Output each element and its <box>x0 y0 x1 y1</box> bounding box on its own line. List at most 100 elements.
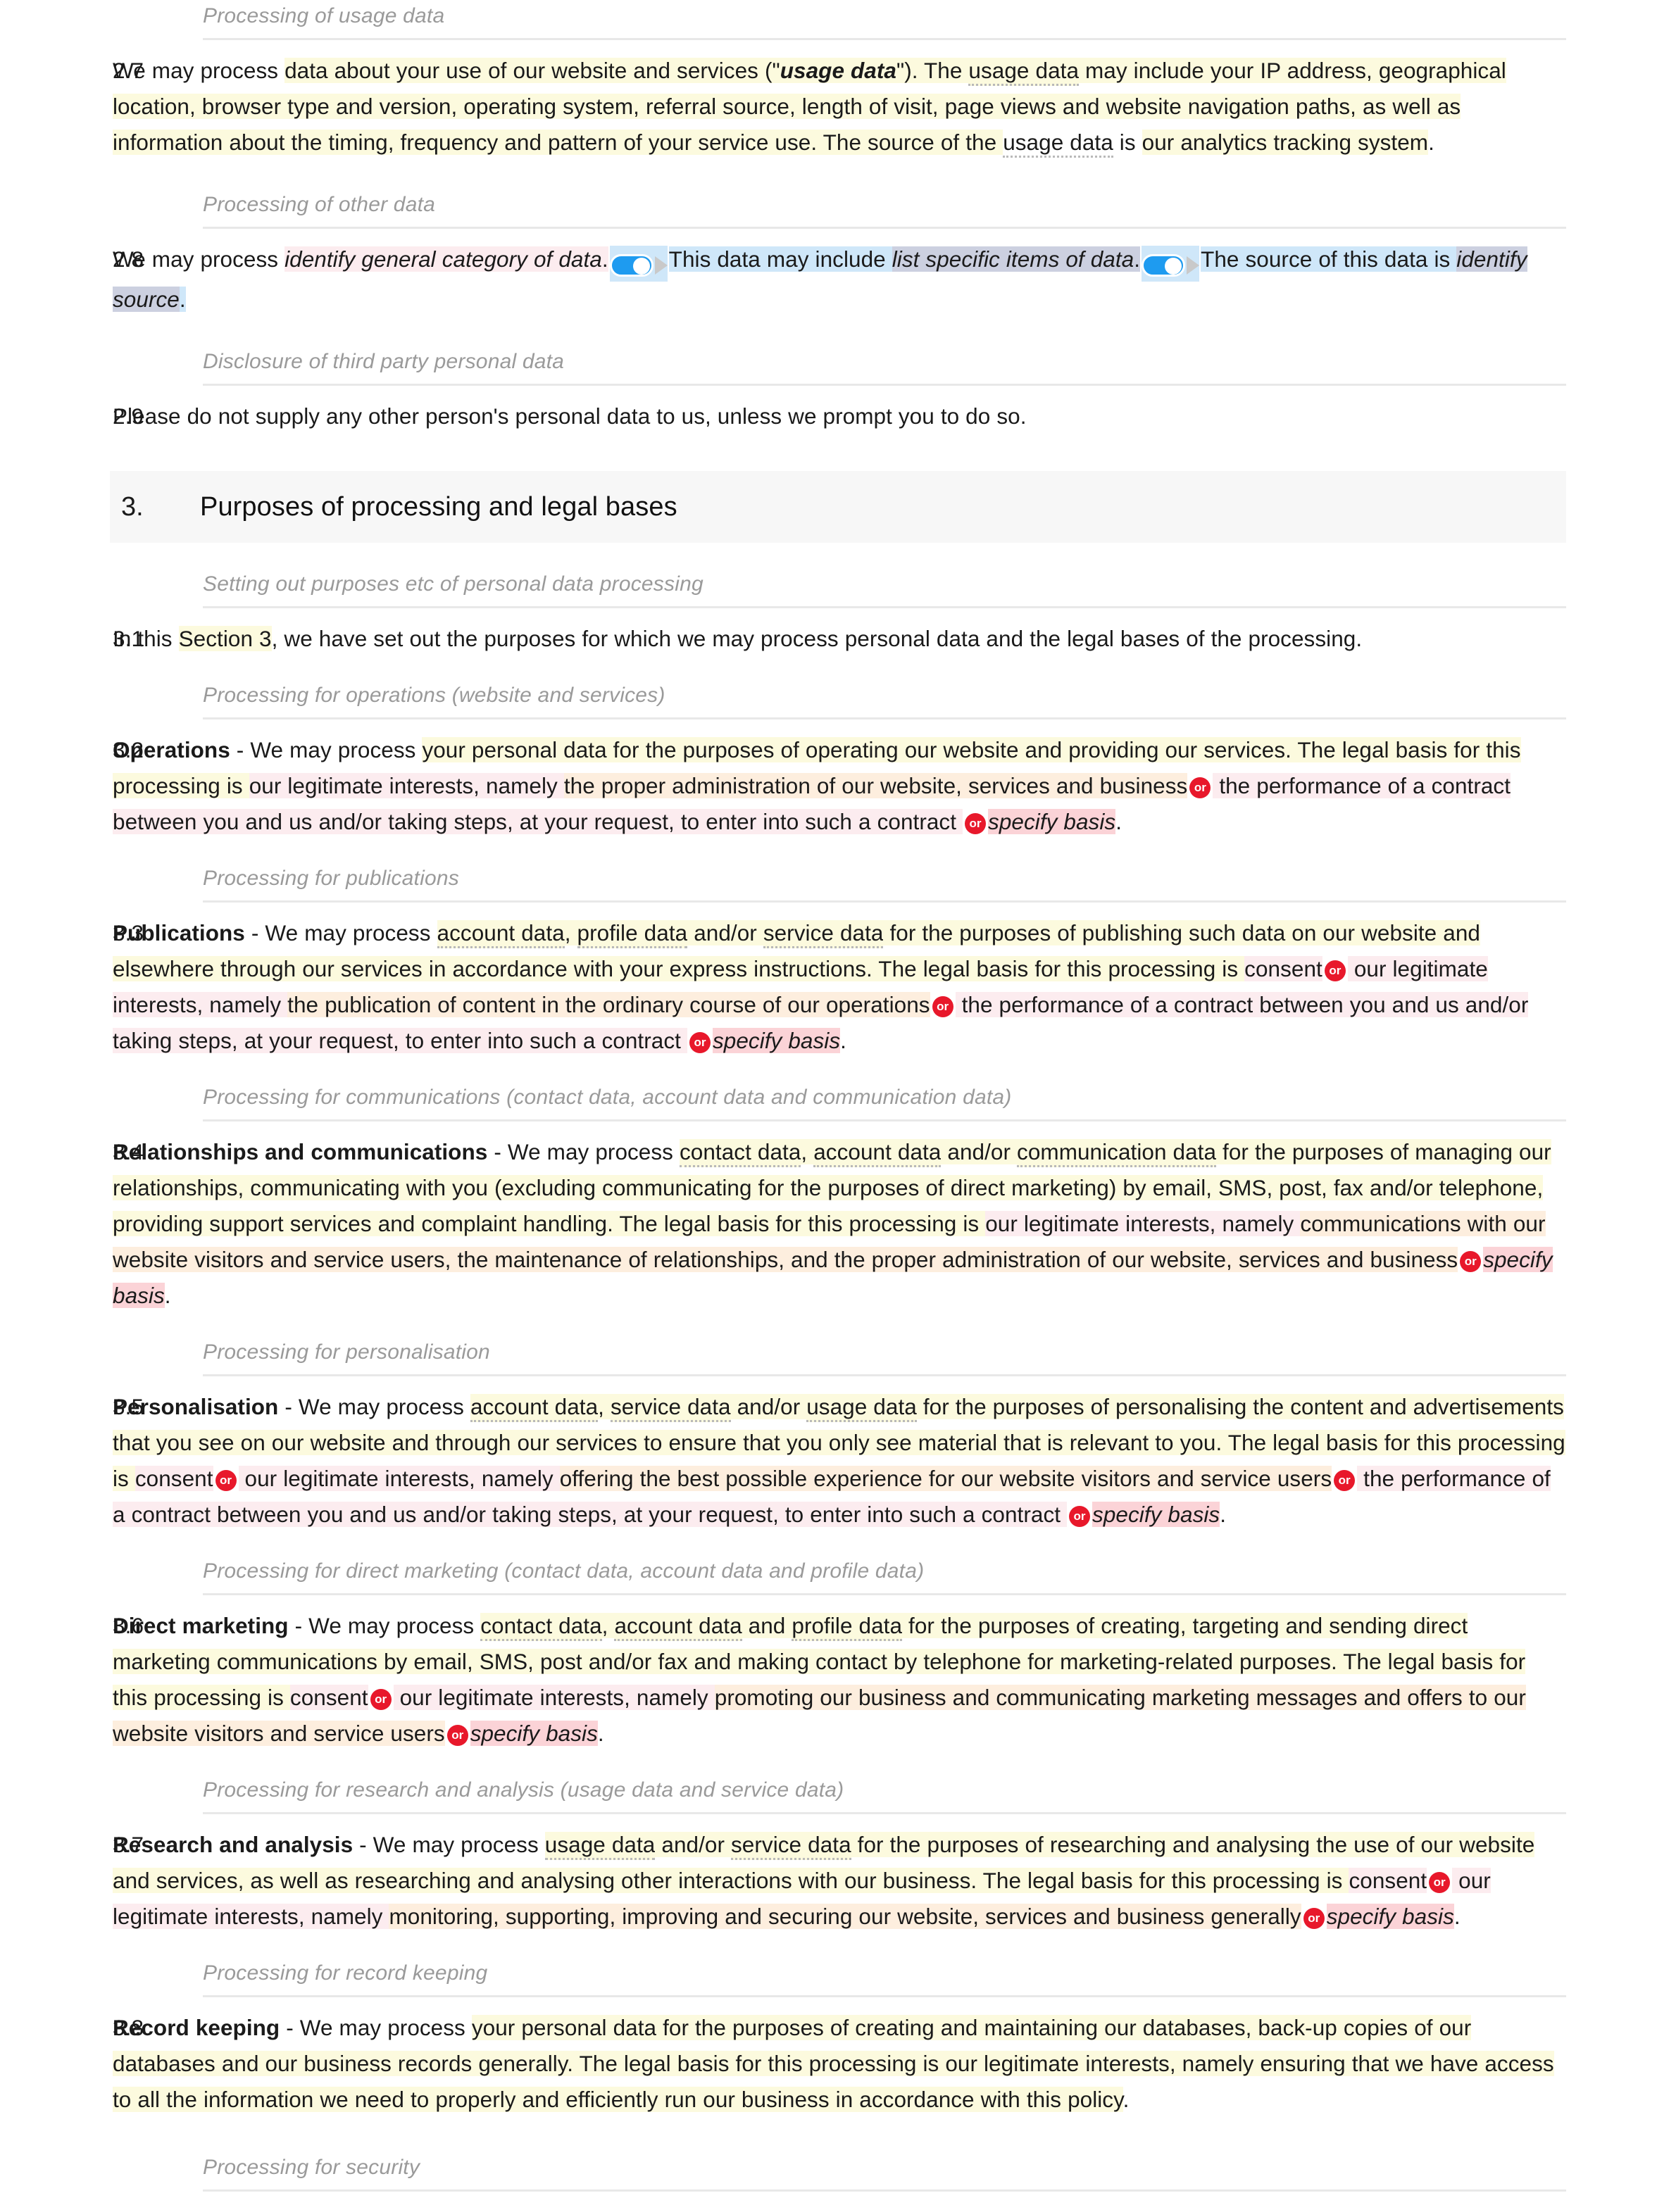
subheading-label: Processing of usage data <box>203 4 445 27</box>
clause-number: 2.9 <box>113 403 144 429</box>
t: We may process <box>113 58 285 83</box>
placeholder-text: specify basis <box>1326 1904 1454 1929</box>
clause-text: We may process identify general category… <box>113 241 1566 318</box>
toggle-track[interactable] <box>1142 253 1186 277</box>
t: our legitimate interests, namely <box>249 773 564 798</box>
subheading-label: Disclosure of third party personal data <box>203 350 565 373</box>
subheading-direct-marketing: Processing for direct marketing (contact… <box>0 1555 1676 1595</box>
defined-term: account data <box>470 1394 599 1422</box>
or-badge[interactable]: or <box>446 1725 468 1746</box>
subheading-rule <box>203 1593 1566 1595</box>
or-badge[interactable]: or <box>689 1032 711 1053</box>
or-badge[interactable]: or <box>932 996 953 1017</box>
or-badge[interactable]: or <box>1324 960 1346 981</box>
section-title: Purposes of processing and legal bases <box>200 492 677 522</box>
t: - We may process <box>244 920 437 945</box>
t: - We may process <box>487 1139 680 1164</box>
toggle-track[interactable] <box>609 253 653 277</box>
clause-lead-in: Operations <box>113 737 230 762</box>
toggle-knob <box>1165 257 1182 275</box>
subheading-security: Processing for security <box>0 2151 1676 2192</box>
t: offering the best possible experience fo… <box>559 1466 1332 1491</box>
placeholder-text: specify basis <box>712 1028 841 1053</box>
triangle-arrow-icon <box>1187 256 1200 275</box>
section-number: 3. <box>121 492 144 522</box>
clause-3-2: 3.2 Operations - We may process your per… <box>0 719 1676 844</box>
or-badge[interactable]: or <box>1334 1470 1356 1491</box>
subheading-third-party: Disclosure of third party personal data <box>0 346 1676 386</box>
placeholder-text: specify basis <box>1092 1502 1220 1527</box>
clause-number: 3.2 <box>113 737 144 762</box>
or-badge[interactable]: or <box>1069 1506 1091 1527</box>
t: . <box>1220 1502 1227 1527</box>
defined-term: service data <box>731 1832 851 1860</box>
t: and/or <box>655 1832 731 1857</box>
defined-term: profile data <box>577 920 688 948</box>
t: . <box>179 287 186 312</box>
subheading-label: Processing for record keeping <box>203 1961 488 1985</box>
clause-3-3: 3.3 Publications - We may process accoun… <box>0 903 1676 1063</box>
toggle-switch-1[interactable] <box>609 246 668 282</box>
document-page: Processing of usage data 2.7 We may proc… <box>0 0 1676 2212</box>
clause-text: Operations - We may process your persona… <box>113 732 1566 840</box>
t: our legitimate interests, namely <box>985 1211 1301 1236</box>
defined-term: communication data <box>1017 1139 1217 1167</box>
subheading-label: Setting out purposes etc of personal dat… <box>203 572 703 596</box>
or-badge[interactable]: or <box>1189 777 1211 798</box>
t: is <box>1113 130 1142 155</box>
defined-term: usage data <box>1003 130 1113 158</box>
clause-text: Please do not supply any other person's … <box>113 403 1027 429</box>
subheading-communications: Processing for communications (contact d… <box>0 1081 1676 1121</box>
or-badge[interactable]: or <box>1429 1872 1451 1893</box>
clause-3-5: 3.5 Personalisation - We may process acc… <box>0 1376 1676 1537</box>
clause-text: Relationships and communications - We ma… <box>113 1134 1566 1314</box>
subheading-usage-data: Processing of usage data <box>0 0 1676 40</box>
clause-text: Direct marketing - We may process contac… <box>113 1608 1566 1752</box>
clause-2-9: 2.9 Please do not supply any other perso… <box>0 386 1676 439</box>
defined-term: contact data <box>679 1139 801 1167</box>
clause-lead-in: Relationships and communications <box>113 1139 488 1164</box>
t: - We may process <box>278 1394 470 1419</box>
or-badge[interactable]: or <box>965 813 987 834</box>
t: . <box>164 1283 171 1308</box>
clause-2-8: 2.8 We may process identify general cate… <box>0 229 1676 322</box>
t: The source of this data is <box>1201 246 1457 272</box>
t: . <box>840 1028 846 1053</box>
t: , <box>801 1139 814 1164</box>
subheading-record-keeping: Processing for record keeping <box>0 1957 1676 1997</box>
subheading-setting-out: Setting out purposes etc of personal dat… <box>0 568 1676 608</box>
clause-text: In this Section 3, we have set out the p… <box>113 621 1566 657</box>
defined-term: usage data <box>544 1832 656 1860</box>
t: . <box>1134 246 1141 272</box>
placeholder-text: specify basis <box>988 809 1116 834</box>
clause-text: Publications - We may process account da… <box>113 915 1566 1059</box>
t: - We may process <box>288 1613 481 1638</box>
t: consent <box>1349 1868 1427 1893</box>
defined-term: account data <box>614 1613 742 1641</box>
or-badge[interactable]: or <box>215 1470 237 1491</box>
or-badge[interactable]: or <box>370 1689 392 1710</box>
clause-number: 3.3 <box>113 920 144 945</box>
cross-reference[interactable]: Section 3 <box>178 626 272 651</box>
t: consent <box>289 1685 368 1710</box>
toggle-switch-2[interactable] <box>1142 246 1200 282</box>
triangle-arrow-icon <box>654 256 668 275</box>
clause-text: Research and analysis - We may process u… <box>113 1827 1566 1935</box>
t: the proper administration of our website… <box>563 773 1188 798</box>
clause-lead-in: Publications <box>113 920 245 945</box>
placeholder-text: list specific items of data <box>892 246 1134 272</box>
t: . <box>1428 130 1434 155</box>
subheading-label: Processing for security <box>203 2156 420 2179</box>
t: data about your use of our website and s… <box>284 58 780 83</box>
subheading-rule <box>203 1812 1566 1814</box>
or-badge[interactable]: or <box>1303 1908 1325 1929</box>
or-badge[interactable]: or <box>1460 1251 1482 1272</box>
clause-number: 3.6 <box>113 1613 144 1638</box>
subheading-operations: Processing for operations (website and s… <box>0 679 1676 719</box>
subheading-label: Processing of other data <box>203 193 435 216</box>
